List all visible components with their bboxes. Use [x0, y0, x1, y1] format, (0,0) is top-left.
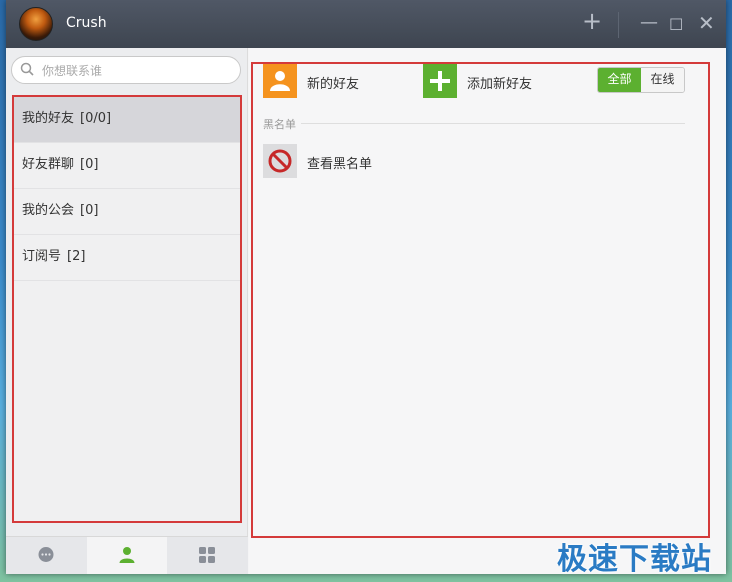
- nav-contacts[interactable]: [87, 537, 167, 574]
- add-friend-label: 添加新好友: [467, 77, 533, 92]
- group-label: 我的公会: [22, 203, 75, 218]
- section-divider: [301, 123, 685, 124]
- group-item-friend-groups[interactable]: 好友群聊 [0]: [14, 143, 240, 189]
- contacts-panel-highlight: 新的好友 添加新好友 全部 在线 黑名单 查看黑名单: [251, 62, 710, 538]
- group-item-subscriptions[interactable]: 订阅号 [2]: [14, 235, 240, 281]
- app-window: Crush + — ☐ ✕ 我的好友 [0/0] 好友群聊 [0] 我的公会 [0]: [6, 0, 726, 574]
- new-friend-icon: [263, 64, 297, 98]
- group-count: [0]: [80, 157, 99, 172]
- chat-bubble-icon: [38, 547, 54, 562]
- blacklist-section-label: 黑名单: [263, 118, 296, 131]
- plus-icon: [423, 64, 457, 98]
- blocked-icon: [263, 144, 297, 178]
- group-count: [2]: [67, 249, 86, 264]
- maximize-button[interactable]: ☐: [669, 14, 683, 36]
- nav-apps[interactable]: [167, 537, 247, 574]
- apps-grid-icon: [199, 547, 215, 563]
- group-label: 订阅号: [22, 249, 62, 264]
- contacts-person-icon: [119, 547, 135, 563]
- online-filter-toggle: 全部 在线: [597, 67, 685, 93]
- titlebar-divider: [618, 12, 619, 38]
- group-count: [0/0]: [80, 111, 112, 126]
- filter-online-button[interactable]: 在线: [641, 68, 684, 92]
- title-bar[interactable]: Crush + — ☐ ✕: [6, 0, 726, 48]
- filter-all-button[interactable]: 全部: [598, 68, 641, 92]
- nav-chats[interactable]: [6, 537, 86, 574]
- contacts-panel: 新的好友 添加新好友 全部 在线 黑名单 查看黑名单: [249, 48, 726, 574]
- search-icon: [20, 62, 34, 76]
- view-blacklist-label: 查看黑名单: [307, 157, 373, 172]
- search-box[interactable]: [11, 56, 241, 84]
- search-input[interactable]: [40, 61, 234, 81]
- group-item-my-guilds[interactable]: 我的公会 [0]: [14, 189, 240, 235]
- watermark-logo: 极速下载站: [557, 542, 712, 577]
- add-button[interactable]: +: [582, 9, 602, 33]
- close-button[interactable]: ✕: [698, 12, 715, 34]
- group-label: 我的好友: [22, 111, 75, 126]
- bottom-nav: [6, 536, 248, 574]
- group-label: 好友群聊: [22, 157, 75, 172]
- group-item-my-friends[interactable]: 我的好友 [0/0]: [14, 97, 240, 143]
- minimize-button[interactable]: —: [640, 12, 658, 34]
- group-count: [0]: [80, 203, 99, 218]
- contact-group-list: 我的好友 [0/0] 好友群聊 [0] 我的公会 [0] 订阅号 [2]: [12, 95, 242, 523]
- sidebar: 我的好友 [0/0] 好友群聊 [0] 我的公会 [0] 订阅号 [2]: [6, 48, 248, 574]
- new-friends-label: 新的好友: [307, 77, 360, 92]
- app-title: Crush: [66, 15, 107, 31]
- user-avatar[interactable]: [19, 7, 53, 41]
